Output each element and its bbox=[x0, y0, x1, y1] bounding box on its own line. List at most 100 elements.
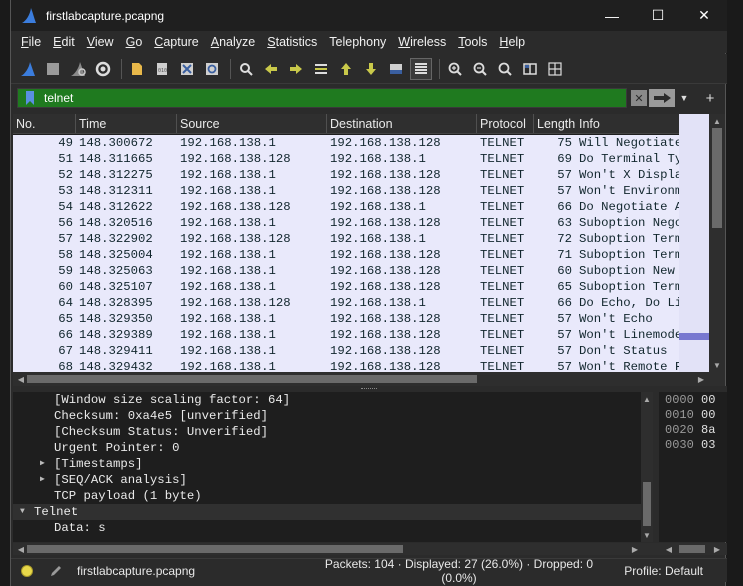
go-back-button[interactable] bbox=[260, 58, 282, 80]
menu-go[interactable]: Go bbox=[120, 31, 149, 53]
bytes-row[interactable]: 0030 03 bbox=[659, 438, 727, 453]
chevron-down-icon[interactable]: ▼ bbox=[20, 504, 25, 520]
scroll-down-icon[interactable]: ▼ bbox=[709, 358, 725, 372]
column-header-protocol[interactable]: Protocol bbox=[477, 114, 534, 133]
maximize-button[interactable]: ☐ bbox=[635, 0, 681, 31]
menu-file[interactable]: File bbox=[15, 31, 47, 53]
packet-row[interactable]: 49 148.300672 192.168.138.1 192.168.138.128… bbox=[13, 135, 679, 151]
detail-tree-item[interactable]: Checksum: 0xa4e5 [unverified] bbox=[13, 408, 653, 424]
packet-row[interactable]: 56 148.320516 192.168.138.1 192.168.138.128… bbox=[13, 215, 679, 231]
bookmark-icon[interactable] bbox=[22, 90, 38, 106]
menu-tools[interactable]: Tools bbox=[452, 31, 493, 53]
column-header-info[interactable]: Info bbox=[576, 114, 679, 133]
packet-row[interactable]: 66 148.329389 192.168.138.1 192.168.138.128… bbox=[13, 327, 679, 343]
save-file-button[interactable]: 010 bbox=[151, 58, 173, 80]
zoom-out-button[interactable] bbox=[469, 58, 491, 80]
packet-row[interactable]: 65 148.329350 192.168.138.1 192.168.138.128… bbox=[13, 311, 679, 327]
column-header-length[interactable]: Length bbox=[534, 114, 576, 133]
bytes-row[interactable]: 0010 00 bbox=[659, 408, 727, 423]
bytes-scroll-thumb[interactable] bbox=[679, 545, 705, 553]
menu-help[interactable]: Help bbox=[493, 31, 531, 53]
autoscroll-button[interactable] bbox=[385, 58, 407, 80]
find-packet-button[interactable] bbox=[235, 58, 257, 80]
add-filter-button[interactable]: + bbox=[701, 89, 719, 107]
packet-list-vscrollbar[interactable]: ▲ ▼ bbox=[709, 114, 725, 372]
bytes-row[interactable]: 0000 00 bbox=[659, 393, 727, 408]
stop-capture-button[interactable] bbox=[42, 58, 64, 80]
scroll-right-icon[interactable]: ▶ bbox=[693, 372, 709, 386]
normal-size-button[interactable] bbox=[494, 58, 516, 80]
recent-filters-dropdown[interactable]: ▼ bbox=[677, 89, 691, 107]
scroll-down-icon[interactable]: ▼ bbox=[639, 528, 653, 542]
scroll-left-icon[interactable]: ◀ bbox=[661, 542, 677, 556]
packet-row[interactable]: 64 148.328395 192.168.138.128 192.168.138.1… bbox=[13, 295, 679, 311]
open-file-button[interactable] bbox=[126, 58, 148, 80]
scroll-thumb[interactable] bbox=[643, 482, 651, 526]
detail-tree-item[interactable]: Data: s bbox=[13, 520, 653, 536]
go-forward-button[interactable] bbox=[285, 58, 307, 80]
column-header-time[interactable]: Time bbox=[76, 114, 177, 133]
details-scroll-thumb[interactable] bbox=[27, 545, 403, 553]
edit-comment-icon[interactable] bbox=[49, 564, 63, 578]
restart-capture-button[interactable] bbox=[67, 58, 89, 80]
status-profile[interactable]: Profile: Default bbox=[609, 564, 727, 578]
close-file-button[interactable] bbox=[176, 58, 198, 80]
menu-edit[interactable]: Edit bbox=[47, 31, 81, 53]
reload-file-button[interactable] bbox=[201, 58, 223, 80]
zoom-in-button[interactable] bbox=[444, 58, 466, 80]
scroll-up-icon[interactable]: ▲ bbox=[639, 392, 653, 406]
start-capture-button[interactable] bbox=[17, 58, 39, 80]
detail-tree-item[interactable]: Urgent Pointer: 0 bbox=[13, 440, 653, 456]
menu-wireless[interactable]: Wireless bbox=[392, 31, 452, 53]
scroll-up-icon[interactable]: ▲ bbox=[709, 114, 725, 128]
packet-row[interactable]: 51 148.311665 192.168.138.128 192.168.138.1… bbox=[13, 151, 679, 167]
chevron-right-icon[interactable]: ▶ bbox=[40, 472, 45, 488]
packet-row[interactable]: 57 148.322902 192.168.138.128 192.168.138.1… bbox=[13, 231, 679, 247]
scroll-right-icon[interactable]: ▶ bbox=[627, 542, 643, 556]
go-to-packet-button[interactable] bbox=[310, 58, 332, 80]
packet-row[interactable]: 58 148.325004 192.168.138.1 192.168.138.128… bbox=[13, 247, 679, 263]
apply-filter-button[interactable] bbox=[649, 89, 675, 107]
detail-tree-item[interactable]: ▶ [Timestamps] bbox=[13, 456, 653, 472]
resize-columns-button[interactable] bbox=[519, 58, 541, 80]
column-header-source[interactable]: Source bbox=[177, 114, 327, 133]
details-vscrollbar[interactable]: ▲ ▼ bbox=[641, 392, 653, 542]
detail-tree-item[interactable]: ▶ [SEQ/ACK analysis] bbox=[13, 472, 653, 488]
expert-info-led-icon[interactable] bbox=[21, 564, 33, 577]
bytes-row[interactable]: 0020 8a bbox=[659, 423, 727, 438]
column-header-no[interactable]: No. bbox=[13, 114, 76, 133]
packet-row[interactable]: 68 148.329432 192.168.138.1 192.168.138.128… bbox=[13, 359, 679, 372]
menu-view[interactable]: View bbox=[81, 31, 120, 53]
last-packet-button[interactable] bbox=[360, 58, 382, 80]
menu-telephony[interactable]: Telephony bbox=[323, 31, 392, 53]
detail-tree-item[interactable]: [Window size scaling factor: 64] bbox=[13, 392, 653, 408]
expand-subtrees-button[interactable] bbox=[544, 58, 566, 80]
packet-row[interactable]: 60 148.325107 192.168.138.1 192.168.138.128… bbox=[13, 279, 679, 295]
colorize-button[interactable] bbox=[410, 57, 432, 80]
minimize-button[interactable]: — bbox=[589, 0, 635, 31]
column-header-destination[interactable]: Destination bbox=[327, 114, 477, 133]
chevron-right-icon[interactable]: ▶ bbox=[40, 456, 45, 472]
packet-list-hscrollbar[interactable]: ◀ ▶ bbox=[13, 372, 725, 386]
scroll-thumb[interactable] bbox=[712, 128, 722, 228]
clear-filter-button[interactable]: ✕ bbox=[631, 90, 647, 106]
packet-row[interactable]: 53 148.312311 192.168.138.1 192.168.138.128… bbox=[13, 183, 679, 199]
menu-statistics[interactable]: Statistics bbox=[261, 31, 323, 53]
bottom-hscrollbar[interactable]: ◀ ▶ ◀ ▶ bbox=[13, 543, 727, 555]
scroll-right-icon[interactable]: ▶ bbox=[709, 542, 725, 556]
menu-capture[interactable]: Capture bbox=[148, 31, 204, 53]
packet-row[interactable]: 67 148.329411 192.168.138.1 192.168.138.128… bbox=[13, 343, 679, 359]
detail-tree-item[interactable]: TCP payload (1 byte) bbox=[13, 488, 653, 504]
close-button[interactable]: ✕ bbox=[681, 0, 727, 31]
first-packet-button[interactable] bbox=[335, 58, 357, 80]
detail-tree-item[interactable]: ▼ Telnet bbox=[13, 504, 653, 520]
packet-row[interactable]: 59 148.325063 192.168.138.1 192.168.138.128… bbox=[13, 263, 679, 279]
display-filter-input[interactable] bbox=[44, 91, 624, 105]
detail-tree-item[interactable]: [Checksum Status: Unverified] bbox=[13, 424, 653, 440]
capture-options-button[interactable] bbox=[92, 58, 114, 80]
menu-analyze[interactable]: Analyze bbox=[205, 31, 261, 53]
scroll-thumb[interactable] bbox=[27, 375, 477, 383]
packet-list-minimap[interactable] bbox=[679, 114, 709, 372]
packet-row[interactable]: 54 148.312622 192.168.138.128 192.168.138.1… bbox=[13, 199, 679, 215]
packet-row[interactable]: 52 148.312275 192.168.138.1 192.168.138.128… bbox=[13, 167, 679, 183]
